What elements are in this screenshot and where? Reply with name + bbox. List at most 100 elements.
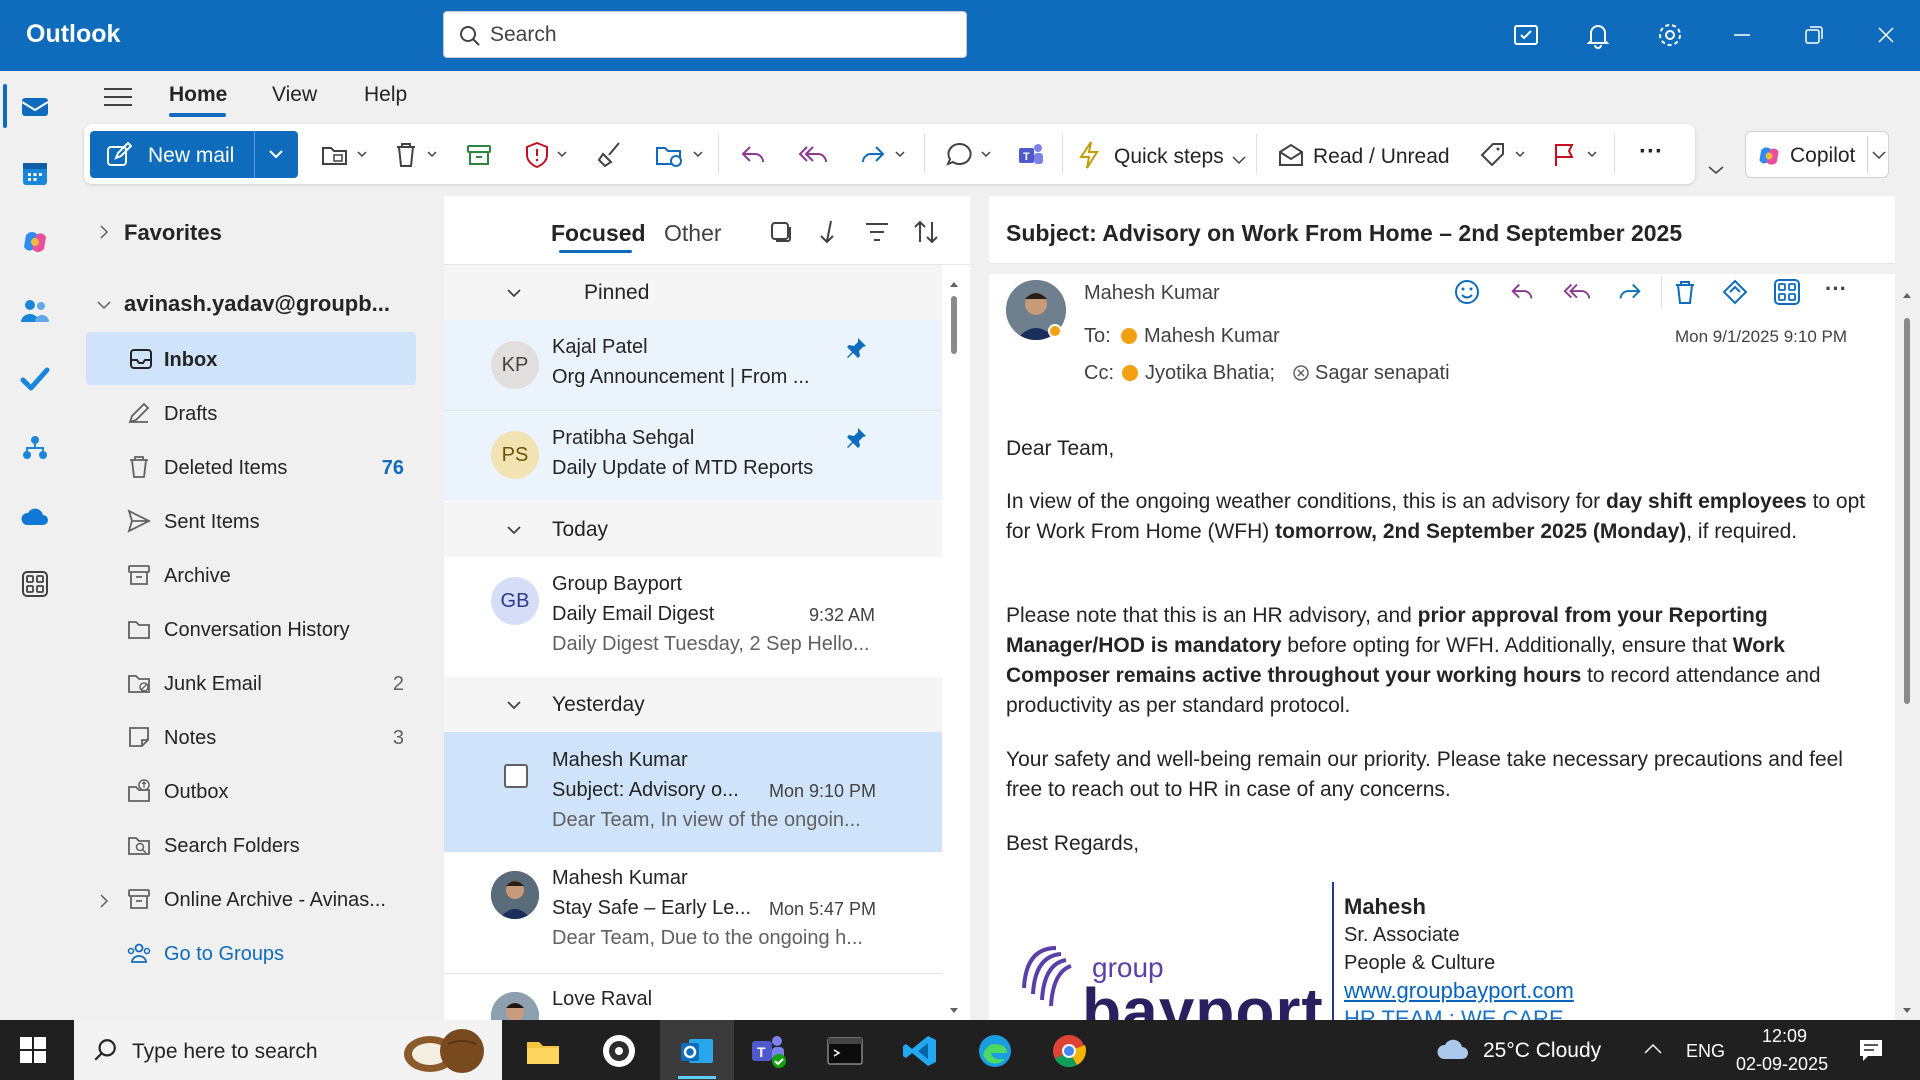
list-item[interactable]: Mahesh Kumar Stay Safe – Early Le... Mon…: [444, 853, 942, 973]
list-item[interactable]: GB Group Bayport Daily Email Digest 9:32…: [444, 557, 942, 675]
read-unread-button[interactable]: Read / Unread: [1313, 145, 1450, 169]
reply-icon[interactable]: [1507, 278, 1537, 311]
calendar-icon[interactable]: [10, 148, 60, 198]
windows-start-icon[interactable]: [20, 1037, 46, 1068]
reply-all-icon[interactable]: [796, 138, 830, 172]
clock-time[interactable]: 12:09: [1762, 1026, 1807, 1047]
tab-view[interactable]: View: [272, 83, 317, 107]
folder-drafts[interactable]: Drafts: [86, 386, 416, 439]
gear-icon[interactable]: [1651, 16, 1689, 54]
cc-recipient[interactable]: Jyotika Bhatia;: [1145, 362, 1275, 385]
edge-taskbar-icon[interactable]: [974, 1030, 1016, 1072]
go-to-groups-link[interactable]: Go to Groups: [86, 926, 416, 979]
scroll-up-icon[interactable]: [949, 275, 959, 293]
to-recipient[interactable]: Mahesh Kumar: [1144, 325, 1280, 348]
scroll-down-icon[interactable]: [1902, 1002, 1912, 1020]
jump-to-icon[interactable]: [816, 218, 842, 251]
chevron-right-icon[interactable]: [98, 224, 110, 245]
minimize-icon[interactable]: [1723, 16, 1761, 54]
file-explorer-icon[interactable]: [522, 1030, 564, 1072]
language-indicator[interactable]: ENG: [1686, 1041, 1725, 1062]
folder-conversation-history[interactable]: Conversation History: [86, 602, 416, 655]
reading-pane-scrollbar[interactable]: [1904, 318, 1910, 704]
chevron-down-icon[interactable]: [1872, 150, 1886, 160]
vscode-taskbar-icon[interactable]: [899, 1030, 941, 1072]
forward-icon[interactable]: [856, 138, 910, 172]
chrome-taskbar-icon[interactable]: [1048, 1030, 1090, 1072]
pin-icon[interactable]: [844, 426, 868, 450]
bell-icon[interactable]: [1579, 16, 1617, 54]
search-box[interactable]: [443, 11, 967, 58]
folder-outbox[interactable]: Outbox: [86, 764, 416, 817]
list-item[interactable]: KP Kajal Patel Org Announcement | From .…: [444, 320, 942, 410]
game-app-icon[interactable]: [598, 1030, 640, 1072]
chat-icon[interactable]: [942, 138, 996, 172]
flag-icon[interactable]: [1548, 138, 1602, 172]
people-icon[interactable]: [10, 286, 60, 336]
folder-inbox[interactable]: Inbox: [86, 332, 416, 385]
chevron-down-icon[interactable]: [268, 148, 284, 160]
teams-taskbar-icon[interactable]: T: [748, 1030, 790, 1072]
tab-focused[interactable]: Focused: [551, 220, 646, 247]
report-icon[interactable]: [520, 138, 572, 172]
folder-junk-email[interactable]: Junk Email 2: [86, 656, 416, 709]
copilot-rail-icon[interactable]: [10, 217, 60, 267]
favorites-header[interactable]: Favorites: [124, 220, 222, 246]
new-mail-button[interactable]: New mail: [90, 131, 298, 178]
restore-icon[interactable]: [1795, 16, 1833, 54]
delete-icon[interactable]: [1671, 278, 1699, 311]
section-pinned[interactable]: Pinned: [444, 265, 942, 320]
quick-steps-button[interactable]: Quick steps: [1114, 145, 1224, 169]
message-list-scrollbar[interactable]: [951, 296, 957, 354]
sender-name[interactable]: Mahesh Kumar: [1084, 282, 1220, 305]
copilot-button[interactable]: Copilot: [1745, 131, 1889, 178]
onedrive-icon[interactable]: [10, 492, 60, 542]
cloud-weather-icon[interactable]: [1434, 1035, 1474, 1068]
todo-icon[interactable]: [1507, 16, 1545, 54]
todo-rail-icon[interactable]: [10, 354, 60, 404]
taskbar-search[interactable]: Type here to search: [74, 1020, 502, 1080]
teams-icon[interactable]: T: [1014, 138, 1048, 172]
list-item[interactable]: Mahesh Kumar Subject: Advisory o... Mon …: [444, 732, 942, 852]
more-options-button[interactable]: ···: [1639, 138, 1663, 166]
filter-icon[interactable]: [864, 220, 890, 249]
emoji-icon[interactable]: [1453, 278, 1481, 311]
forward-icon[interactable]: [1615, 278, 1645, 311]
clock-date[interactable]: 02-09-2025: [1736, 1054, 1828, 1075]
close-icon[interactable]: [1867, 16, 1905, 54]
tab-other[interactable]: Other: [664, 220, 722, 247]
pin-icon[interactable]: [844, 336, 868, 360]
outlook-taskbar-icon[interactable]: [676, 1030, 718, 1072]
folder-sent-items[interactable]: Sent Items: [86, 494, 416, 547]
reply-icon[interactable]: [736, 138, 770, 172]
loop-icon[interactable]: [1721, 278, 1749, 311]
list-item[interactable]: Love Raval: [444, 974, 942, 1020]
chevron-down-icon[interactable]: [96, 298, 112, 316]
account-header[interactable]: avinash.yadav@groupb...: [124, 291, 390, 317]
cc-recipient[interactable]: Sagar senapati: [1315, 362, 1450, 385]
tab-help[interactable]: Help: [364, 83, 407, 107]
folder-notes[interactable]: Notes 3: [86, 710, 416, 763]
select-checkbox[interactable]: [504, 764, 528, 788]
mail-icon[interactable]: [10, 81, 60, 131]
sort-icon[interactable]: [912, 218, 940, 251]
apps-icon[interactable]: [1773, 278, 1801, 311]
rules-icon[interactable]: [652, 138, 706, 172]
weather-text[interactable]: 25°C Cloudy: [1483, 1039, 1601, 1063]
tag-icon[interactable]: [1476, 138, 1530, 172]
chevron-up-icon[interactable]: [1643, 1042, 1663, 1061]
move-to-folder-icon[interactable]: [318, 138, 370, 172]
folder-search-folders[interactable]: Search Folders: [86, 818, 416, 871]
scroll-down-icon[interactable]: [949, 1002, 959, 1020]
notification-icon[interactable]: [1858, 1037, 1884, 1068]
hamburger-menu-icon[interactable]: [104, 85, 132, 114]
list-item[interactable]: PS Pratibha Sehgal Daily Update of MTD R…: [444, 411, 942, 501]
scroll-up-icon[interactable]: [1902, 286, 1912, 304]
folder-deleted-items[interactable]: Deleted Items 76: [86, 440, 416, 493]
section-today[interactable]: Today: [444, 502, 942, 557]
delete-icon[interactable]: [390, 138, 442, 172]
reply-all-icon[interactable]: [1561, 278, 1593, 311]
select-mode-icon[interactable]: [768, 219, 794, 250]
folder-archive[interactable]: Archive: [86, 548, 416, 601]
folder-online-archive[interactable]: Online Archive - Avinas...: [86, 872, 416, 925]
